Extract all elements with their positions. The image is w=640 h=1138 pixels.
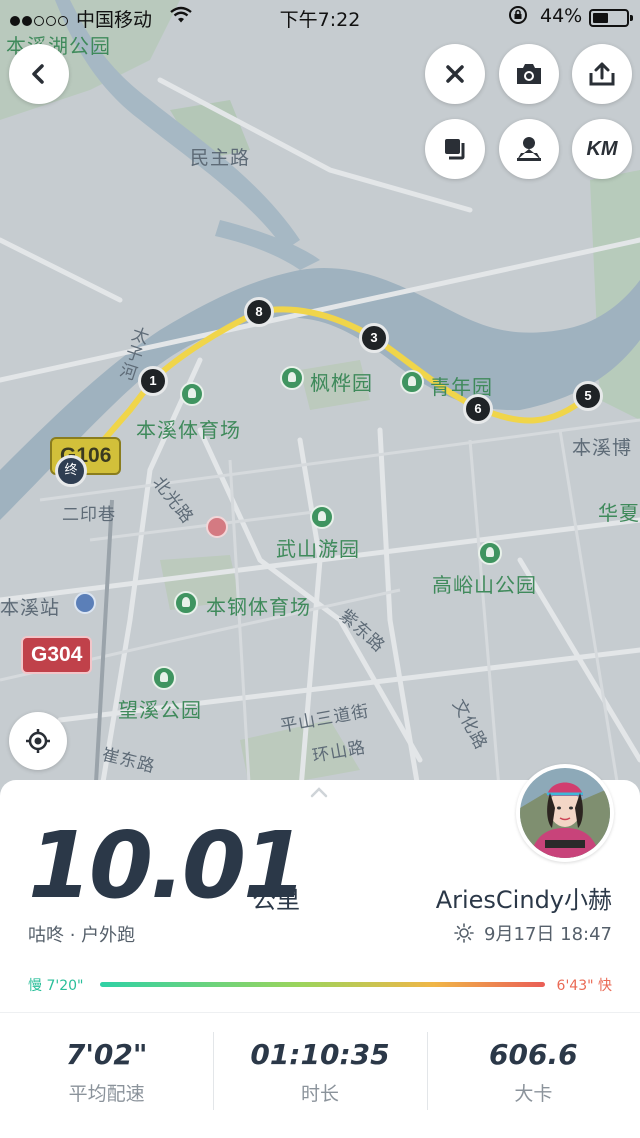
unit-toggle-label: KM [586,137,618,160]
stat-value: 7'02" [65,1038,148,1071]
km-marker-6[interactable]: 6 [463,394,493,424]
close-button[interactable] [425,44,485,104]
layers-icon [445,139,465,160]
rotation-lock-icon [508,5,528,30]
train-station-icon [74,592,96,614]
km-marker-3[interactable]: 3 [359,323,389,353]
avatar[interactable] [516,764,614,862]
stat-label: 时长 [300,1083,339,1105]
pace-gradient [100,982,545,987]
km-marker-8[interactable]: 8 [244,297,274,327]
status-bar: 中国移动 下午7:22 44% [0,0,640,36]
park-icon [152,666,176,690]
route-end-marker[interactable]: 终 [55,455,87,487]
km-marker-5[interactable]: 5 [573,381,603,411]
run-summary-panel: 10.01 公里 咕咚 · 户外跑 AriesCindy小赫 9月17日 18:… [0,764,640,1138]
layers-button[interactable] [425,119,485,179]
map-label: 本钢体育场 [206,595,311,619]
pace-fastest: 6'43" 快 [556,978,612,994]
map-label: 本溪站 [0,597,61,619]
km-marker-1[interactable]: 1 [138,366,168,396]
park-icon [280,366,304,390]
username[interactable]: AriesCindy小赫 [436,880,612,915]
stat-calories: 606.6 大卡 [426,1012,640,1112]
stat-value: 606.6 [489,1038,578,1071]
sun-icon [454,923,474,943]
hospital-icon [206,516,228,538]
person-pin-button[interactable] [499,119,559,179]
share-icon [589,62,615,86]
avatar-photo [520,768,610,858]
route-map[interactable]: 本溪湖公园 民主路 太子河 枫桦园 青年园 本溪体育场 本溪博 华夏 北光路 二… [0,0,640,800]
stat-label: 大卡 [514,1083,553,1105]
map-label: 本溪体育场 [136,418,241,442]
locate-icon [26,729,50,753]
park-icon [400,370,424,394]
stat-avg-pace: 7'02" 平均配速 [0,1012,213,1112]
battery-icon [589,9,633,27]
locate-button[interactable] [9,712,67,770]
map-label: 望溪公园 [118,698,202,722]
stat-value: 01:10:35 [250,1038,390,1071]
stadium-icon [174,591,198,615]
chevron-left-icon [32,64,44,84]
stat-duration: 01:10:35 时长 [213,1012,426,1112]
run-datetime-text: 9月17日 18:47 [484,924,612,945]
back-button[interactable] [9,44,69,104]
battery-percent: 44% [540,5,583,27]
map-label: 民主路 [190,147,251,169]
map-label: 枫桦园 [310,371,373,395]
map-label: 武山游园 [276,537,360,561]
camera-button[interactable] [499,44,559,104]
pace-range-bar: 慢 7'20" 6'43" 快 [28,975,612,995]
map-label: 高峪山公园 [432,573,537,597]
map-label: 二印巷 [62,505,116,525]
stats-row: 7'02" 平均配速 01:10:35 时长 606.6 大卡 [0,1012,640,1112]
chevron-up-icon[interactable] [310,786,328,798]
share-button[interactable] [572,44,632,104]
stadium-icon [180,382,204,406]
stat-label: 平均配速 [68,1083,145,1105]
person-pin-icon [517,137,541,161]
map-canvas [0,0,640,800]
park-icon [478,541,502,565]
run-datetime: 9月17日 18:47 [454,920,612,946]
highway-shield-g304: G304 [21,636,93,674]
map-label: 华夏 [598,501,640,525]
activity-type: 咕咚 · 户外跑 [28,925,136,946]
park-icon [310,505,334,529]
map-label: 本溪博 [572,437,633,459]
pace-slowest: 慢 7'20" [28,978,84,994]
distance-unit: 公里 [252,886,300,914]
camera-icon [517,64,541,84]
unit-toggle-button[interactable]: KM [572,119,632,179]
close-icon [446,65,464,83]
